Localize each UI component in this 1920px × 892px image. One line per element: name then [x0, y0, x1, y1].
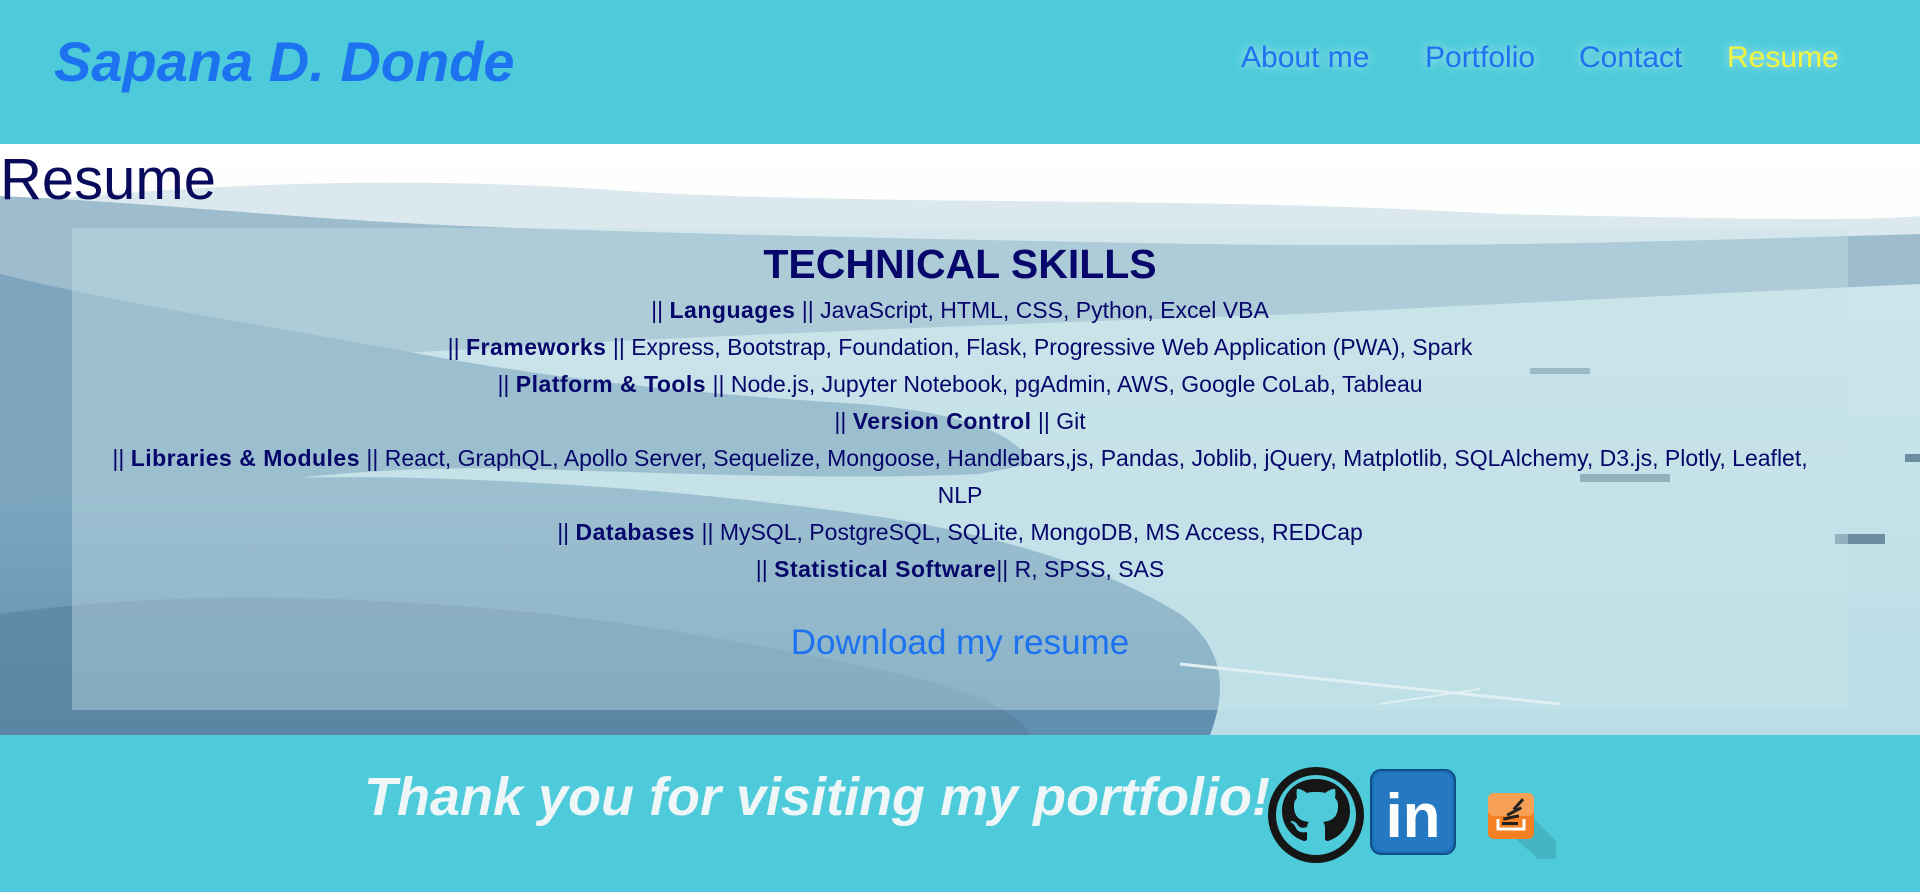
nav-contact[interactable]: Contact: [1579, 38, 1682, 78]
skill-row-version-control: || Version Control || Git: [92, 403, 1828, 440]
download-resume-link[interactable]: Download my resume: [72, 622, 1848, 664]
skill-category: Languages: [669, 297, 796, 323]
skill-prefix: ||: [557, 519, 576, 545]
skill-separator: ||: [1031, 408, 1057, 434]
skill-row-databases: || Databases || MySQL, PostgreSQL, SQLit…: [92, 514, 1828, 551]
skill-prefix: ||: [112, 445, 131, 471]
skill-separator: ||: [606, 334, 632, 360]
skill-category: Databases: [575, 519, 696, 545]
skill-row-frameworks: || Frameworks || Express, Bootstrap, Fou…: [92, 329, 1828, 366]
technical-skills-heading: TECHNICAL SKILLS: [763, 241, 1157, 287]
skill-separator: ||: [360, 445, 385, 471]
skill-separator: ||: [795, 297, 821, 323]
skill-values: Git: [1056, 408, 1086, 434]
skill-values: React, GraphQL, Apollo Server, Sequelize…: [384, 445, 1808, 508]
skill-prefix: ||: [447, 334, 466, 360]
skill-prefix: ||: [834, 408, 853, 434]
skill-values: Node.js, Jupyter Notebook, pgAdmin, AWS,…: [730, 371, 1423, 397]
skills-list: || Languages || JavaScript, HTML, CSS, P…: [92, 292, 1828, 588]
skill-separator: ||: [706, 371, 731, 397]
skill-category: Statistical Software: [774, 556, 997, 582]
skill-prefix: ||: [755, 556, 775, 582]
resume-section: Resume TECHNICAL SKILLS || Languages || …: [0, 144, 1920, 735]
skill-separator: ||: [996, 556, 1015, 582]
footer-thanks-message: Thank you for visiting my portfolio!: [364, 767, 1271, 827]
nav-about-me[interactable]: About me: [1241, 38, 1369, 78]
skill-row-languages: || Languages || JavaScript, HTML, CSS, P…: [92, 292, 1828, 329]
site-footer: Thank you for visiting my portfolio! in: [0, 735, 1920, 892]
nav-portfolio[interactable]: Portfolio: [1425, 38, 1535, 78]
linkedin-icon[interactable]: in: [1370, 769, 1456, 855]
technical-skills-panel: TECHNICAL SKILLS || Languages || JavaScr…: [72, 228, 1848, 710]
skill-prefix: ||: [651, 297, 670, 323]
skill-values: MySQL, PostgreSQL, SQLite, MongoDB, MS A…: [719, 519, 1363, 545]
site-header: Sapana D. Donde About me Portfolio Conta…: [0, 0, 1920, 144]
skill-category: Platform & Tools: [515, 371, 707, 397]
skill-category: Frameworks: [465, 334, 607, 360]
skill-separator: ||: [695, 519, 720, 545]
skill-values: R, SPSS, SAS: [1014, 556, 1165, 582]
skill-category: Libraries & Modules: [130, 445, 361, 471]
skill-values: JavaScript, HTML, CSS, Python, Excel VBA: [820, 297, 1269, 323]
skill-values: Express, Bootstrap, Foundation, Flask, P…: [631, 334, 1473, 360]
skill-row-platform-tools: || Platform & Tools || Node.js, Jupyter …: [92, 366, 1828, 403]
skill-row-libraries-modules: || Libraries & Modules || React, GraphQL…: [92, 440, 1828, 514]
skill-row-statistical-software: || Statistical Software|| R, SPSS, SAS: [92, 551, 1828, 588]
skill-category: Version Control: [852, 408, 1032, 434]
page-title: Resume: [0, 147, 216, 212]
stackoverflow-icon[interactable]: [1486, 789, 1556, 859]
github-icon[interactable]: [1266, 765, 1366, 865]
nav-resume[interactable]: Resume: [1727, 38, 1839, 78]
linkedin-icon-text: in: [1385, 782, 1440, 851]
main-nav: About me Portfolio Contact Resume: [0, 38, 1920, 78]
skill-prefix: ||: [497, 371, 516, 397]
